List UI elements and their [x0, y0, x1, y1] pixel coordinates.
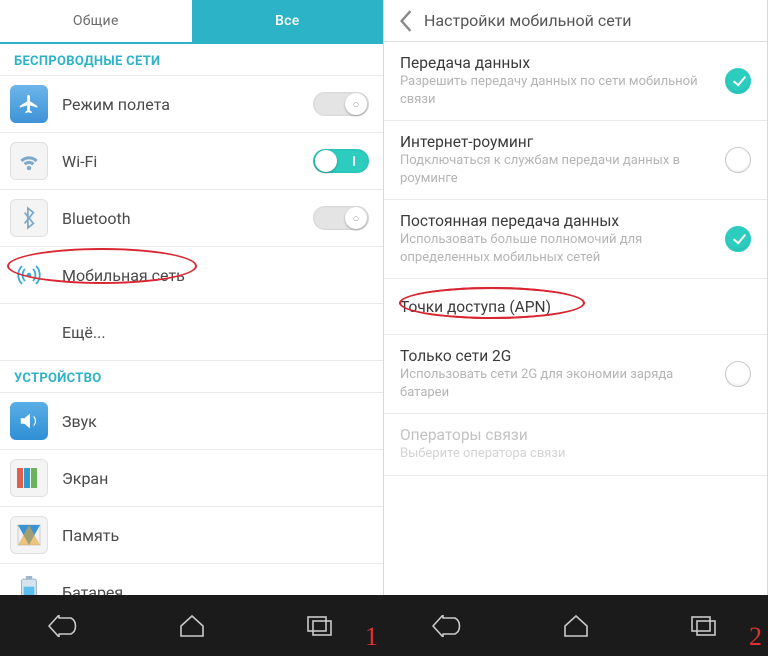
- bluetooth-label: Bluetooth: [62, 209, 131, 228]
- row-airplane[interactable]: Режим полета ○: [0, 76, 383, 133]
- data-radio[interactable]: [725, 68, 751, 94]
- airplane-label: Режим полета: [62, 95, 170, 114]
- section-wireless: БЕСПРОВОДНЫЕ СЕТИ: [0, 44, 383, 76]
- nav-back-1[interactable]: [36, 608, 92, 644]
- step-number-1: 1: [365, 622, 378, 652]
- right-title: Настройки мобильной сети: [424, 11, 632, 30]
- row-sound[interactable]: Звук: [0, 393, 383, 450]
- sound-icon: [10, 402, 48, 440]
- airplane-toggle[interactable]: ○: [313, 92, 369, 116]
- navbar-left: 1: [0, 595, 384, 656]
- nav-recents-2[interactable]: [676, 608, 732, 644]
- mobile-network-icon: [10, 256, 48, 294]
- row-always-data[interactable]: Постоянная передача данных Использовать …: [384, 200, 767, 279]
- navbar-right: 2: [384, 595, 768, 656]
- nav-recents-1[interactable]: [292, 608, 348, 644]
- tab-all[interactable]: Все: [192, 0, 384, 42]
- only2g-sub: Использовать сети 2G для экономии заряда…: [400, 366, 715, 401]
- row-screen[interactable]: Экран: [0, 450, 383, 507]
- settings-panel-left: Общие Все БЕСПРОВОДНЫЕ СЕТИ Режим полета…: [0, 0, 384, 595]
- screen-icon: [10, 459, 48, 497]
- row-roaming[interactable]: Интернет-роуминг Подключаться к службам …: [384, 121, 767, 200]
- step-number-2: 2: [749, 622, 762, 652]
- wifi-icon: [10, 142, 48, 180]
- roaming-radio[interactable]: [725, 147, 751, 173]
- row-more[interactable]: Ещё...: [0, 304, 383, 361]
- row-mobile-network[interactable]: Мобильная сеть: [0, 247, 383, 304]
- nav-home-1[interactable]: [164, 608, 220, 644]
- always-title: Постоянная передача данных: [400, 212, 715, 230]
- mobile-label: Мобильная сеть: [62, 266, 185, 285]
- sound-label: Звук: [62, 412, 97, 431]
- only2g-title: Только сети 2G: [400, 347, 715, 365]
- data-title: Передача данных: [400, 54, 715, 72]
- operators-title: Операторы связи: [400, 426, 741, 444]
- airplane-icon: [10, 85, 48, 123]
- row-bluetooth[interactable]: Bluetooth ○: [0, 190, 383, 247]
- mobile-network-panel: Настройки мобильной сети Передача данных…: [384, 0, 768, 595]
- row-apn[interactable]: Точки доступа (APN): [384, 279, 767, 335]
- tab-general[interactable]: Общие: [0, 0, 192, 42]
- section-device: УСТРОЙСТВО: [0, 361, 383, 393]
- wifi-toggle[interactable]: [313, 149, 369, 173]
- apn-title: Точки доступа (APN): [400, 298, 741, 316]
- row-data-transfer[interactable]: Передача данных Разрешить передачу данны…: [384, 42, 767, 121]
- back-button[interactable]: [388, 0, 424, 42]
- memory-label: Память: [62, 526, 119, 545]
- bluetooth-icon: [10, 199, 48, 237]
- memory-icon: [10, 516, 48, 554]
- row-memory[interactable]: Память: [0, 507, 383, 564]
- tabs: Общие Все: [0, 0, 383, 42]
- screen-label: Экран: [62, 469, 108, 488]
- right-header: Настройки мобильной сети: [384, 0, 767, 42]
- bluetooth-toggle[interactable]: ○: [313, 206, 369, 230]
- row-only2g[interactable]: Только сети 2G Использовать сети 2G для …: [384, 335, 767, 414]
- only2g-radio[interactable]: [725, 361, 751, 387]
- row-operators: Операторы связи Выберите оператора связи: [384, 414, 767, 476]
- more-label: Ещё...: [62, 323, 106, 342]
- nav-back-2[interactable]: [420, 608, 476, 644]
- android-nav-bars: 1 2: [0, 595, 768, 656]
- data-sub: Разрешить передачу данных по сети мобиль…: [400, 73, 715, 108]
- nav-home-2[interactable]: [548, 608, 604, 644]
- operators-sub: Выберите оператора связи: [400, 445, 741, 463]
- wifi-label: Wi-Fi: [62, 152, 97, 171]
- row-wifi[interactable]: Wi-Fi: [0, 133, 383, 190]
- always-sub: Использовать больше полномочий для опред…: [400, 231, 715, 266]
- always-radio[interactable]: [725, 226, 751, 252]
- roaming-title: Интернет-роуминг: [400, 133, 715, 151]
- roaming-sub: Подключаться к службам передачи данных в…: [400, 152, 715, 187]
